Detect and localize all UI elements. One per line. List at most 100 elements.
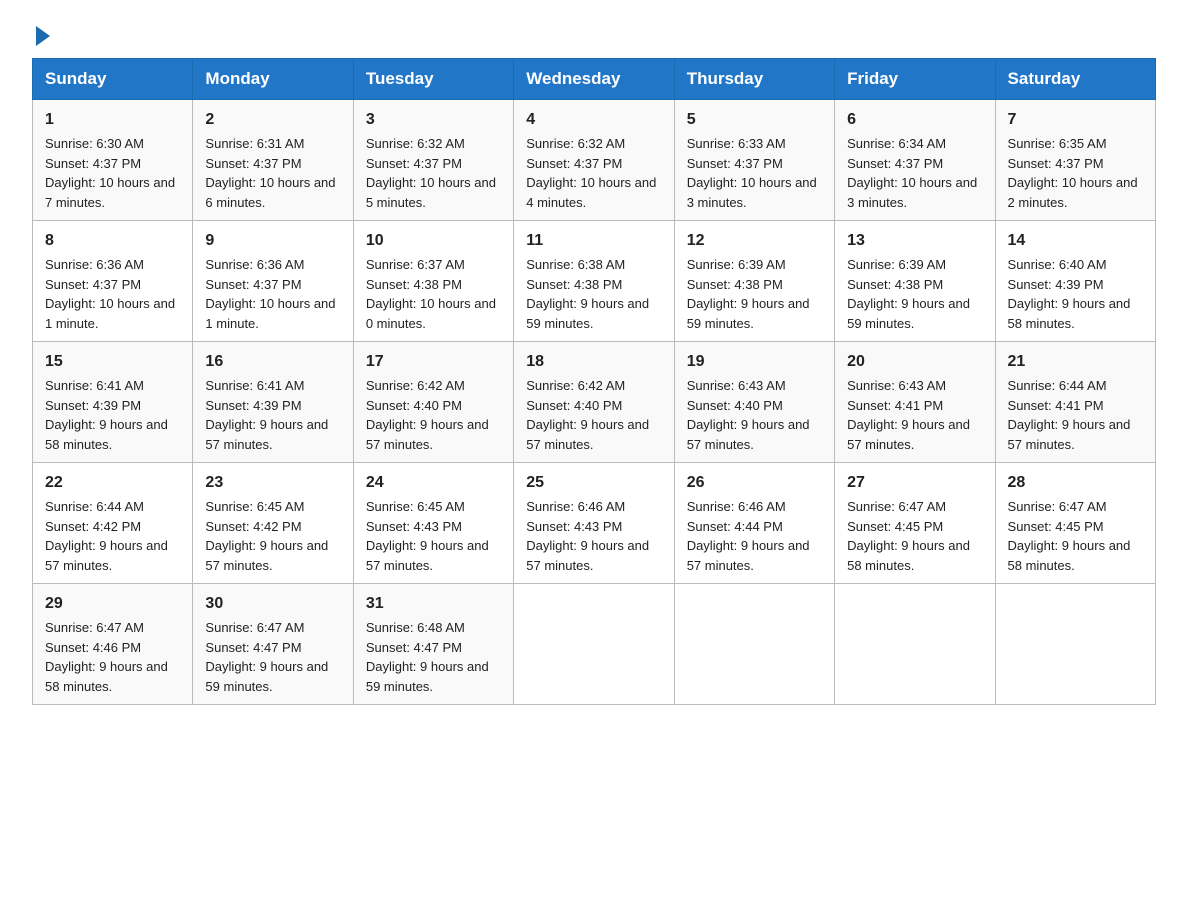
- day-number: 1: [45, 108, 182, 132]
- calendar-cell: 20Sunrise: 6:43 AMSunset: 4:41 PMDayligh…: [835, 342, 995, 463]
- calendar-cell: 14Sunrise: 6:40 AMSunset: 4:39 PMDayligh…: [995, 221, 1155, 342]
- col-header-saturday: Saturday: [995, 59, 1155, 100]
- calendar-week-row: 8 Sunrise: 6:36 AMSunset: 4:37 PMDaylight…: [33, 221, 1156, 342]
- page-header: [32, 24, 1156, 40]
- calendar-cell: [674, 584, 834, 705]
- calendar-cell: 9Sunrise: 6:36 AMSunset: 4:37 PMDaylight…: [193, 221, 353, 342]
- day-number: 12: [687, 229, 824, 253]
- calendar-week-row: 15Sunrise: 6:41 AMSunset: 4:39 PMDayligh…: [33, 342, 1156, 463]
- day-number: 25: [526, 471, 663, 495]
- day-info: Sunrise: 6:43 AMSunset: 4:41 PMDaylight:…: [847, 376, 984, 454]
- day-number: 26: [687, 471, 824, 495]
- calendar-cell: 28Sunrise: 6:47 AMSunset: 4:45 PMDayligh…: [995, 463, 1155, 584]
- calendar-cell: 1Sunrise: 6:30 AMSunset: 4:37 PMDaylight…: [33, 100, 193, 221]
- day-info: Sunrise: 6:45 AMSunset: 4:43 PMDaylight:…: [366, 497, 503, 575]
- calendar-cell: 11Sunrise: 6:38 AMSunset: 4:38 PMDayligh…: [514, 221, 674, 342]
- calendar-cell: [514, 584, 674, 705]
- calendar-cell: 31Sunrise: 6:48 AMSunset: 4:47 PMDayligh…: [353, 584, 513, 705]
- day-number: 16: [205, 350, 342, 374]
- day-number: 28: [1008, 471, 1145, 495]
- day-info: Sunrise: 6:47 AMSunset: 4:47 PMDaylight:…: [205, 618, 342, 696]
- day-info: Sunrise: 6:36 AMSunset: 4:37 PMDaylight:…: [205, 255, 342, 333]
- calendar-cell: 2Sunrise: 6:31 AMSunset: 4:37 PMDaylight…: [193, 100, 353, 221]
- day-number: 9: [205, 229, 342, 253]
- day-number: 15: [45, 350, 182, 374]
- col-header-friday: Friday: [835, 59, 995, 100]
- day-info: Sunrise: 6:44 AMSunset: 4:42 PMDaylight:…: [45, 497, 182, 575]
- calendar-cell: 15Sunrise: 6:41 AMSunset: 4:39 PMDayligh…: [33, 342, 193, 463]
- calendar-cell: [835, 584, 995, 705]
- day-number: 3: [366, 108, 503, 132]
- day-info: Sunrise: 6:47 AMSunset: 4:45 PMDaylight:…: [847, 497, 984, 575]
- calendar-cell: 21Sunrise: 6:44 AMSunset: 4:41 PMDayligh…: [995, 342, 1155, 463]
- calendar-cell: 8Sunrise: 6:36 AMSunset: 4:37 PMDaylight…: [33, 221, 193, 342]
- calendar-cell: 13Sunrise: 6:39 AMSunset: 4:38 PMDayligh…: [835, 221, 995, 342]
- day-info: Sunrise: 6:47 AMSunset: 4:46 PMDaylight:…: [45, 618, 182, 696]
- calendar-cell: 10Sunrise: 6:37 AMSunset: 4:38 PMDayligh…: [353, 221, 513, 342]
- day-info: Sunrise: 6:46 AMSunset: 4:43 PMDaylight:…: [526, 497, 663, 575]
- calendar-cell: 24Sunrise: 6:45 AMSunset: 4:43 PMDayligh…: [353, 463, 513, 584]
- day-number: 24: [366, 471, 503, 495]
- day-info: Sunrise: 6:33 AMSunset: 4:37 PMDaylight:…: [687, 134, 824, 212]
- day-number: 23: [205, 471, 342, 495]
- calendar-cell: 7Sunrise: 6:35 AMSunset: 4:37 PMDaylight…: [995, 100, 1155, 221]
- calendar-cell: [995, 584, 1155, 705]
- logo: [32, 24, 50, 40]
- day-info: Sunrise: 6:41 AMSunset: 4:39 PMDaylight:…: [205, 376, 342, 454]
- day-info: Sunrise: 6:48 AMSunset: 4:47 PMDaylight:…: [366, 618, 503, 696]
- day-info: Sunrise: 6:46 AMSunset: 4:44 PMDaylight:…: [687, 497, 824, 575]
- day-number: 6: [847, 108, 984, 132]
- col-header-monday: Monday: [193, 59, 353, 100]
- calendar-cell: 29Sunrise: 6:47 AMSunset: 4:46 PMDayligh…: [33, 584, 193, 705]
- day-info: Sunrise: 6:39 AMSunset: 4:38 PMDaylight:…: [687, 255, 824, 333]
- day-info: Sunrise: 6:31 AMSunset: 4:37 PMDaylight:…: [205, 134, 342, 212]
- day-number: 8: [45, 229, 182, 253]
- day-number: 29: [45, 592, 182, 616]
- day-info: Sunrise: 6:34 AMSunset: 4:37 PMDaylight:…: [847, 134, 984, 212]
- calendar-cell: 6Sunrise: 6:34 AMSunset: 4:37 PMDaylight…: [835, 100, 995, 221]
- day-info: Sunrise: 6:44 AMSunset: 4:41 PMDaylight:…: [1008, 376, 1145, 454]
- day-info: Sunrise: 6:41 AMSunset: 4:39 PMDaylight:…: [45, 376, 182, 454]
- calendar-week-row: 22Sunrise: 6:44 AMSunset: 4:42 PMDayligh…: [33, 463, 1156, 584]
- col-header-thursday: Thursday: [674, 59, 834, 100]
- day-number: 5: [687, 108, 824, 132]
- calendar-cell: 22Sunrise: 6:44 AMSunset: 4:42 PMDayligh…: [33, 463, 193, 584]
- col-header-sunday: Sunday: [33, 59, 193, 100]
- day-number: 20: [847, 350, 984, 374]
- day-info: Sunrise: 6:39 AMSunset: 4:38 PMDaylight:…: [847, 255, 984, 333]
- day-number: 21: [1008, 350, 1145, 374]
- day-number: 22: [45, 471, 182, 495]
- day-number: 7: [1008, 108, 1145, 132]
- calendar-week-row: 1Sunrise: 6:30 AMSunset: 4:37 PMDaylight…: [33, 100, 1156, 221]
- day-number: 11: [526, 229, 663, 253]
- day-number: 18: [526, 350, 663, 374]
- calendar-table: SundayMondayTuesdayWednesdayThursdayFrid…: [32, 58, 1156, 705]
- day-info: Sunrise: 6:32 AMSunset: 4:37 PMDaylight:…: [366, 134, 503, 212]
- day-number: 19: [687, 350, 824, 374]
- calendar-cell: 26Sunrise: 6:46 AMSunset: 4:44 PMDayligh…: [674, 463, 834, 584]
- col-header-wednesday: Wednesday: [514, 59, 674, 100]
- day-info: Sunrise: 6:40 AMSunset: 4:39 PMDaylight:…: [1008, 255, 1145, 333]
- day-info: Sunrise: 6:45 AMSunset: 4:42 PMDaylight:…: [205, 497, 342, 575]
- day-number: 30: [205, 592, 342, 616]
- day-info: Sunrise: 6:42 AMSunset: 4:40 PMDaylight:…: [526, 376, 663, 454]
- day-info: Sunrise: 6:47 AMSunset: 4:45 PMDaylight:…: [1008, 497, 1145, 575]
- day-info: Sunrise: 6:30 AMSunset: 4:37 PMDaylight:…: [45, 134, 182, 212]
- calendar-cell: 17Sunrise: 6:42 AMSunset: 4:40 PMDayligh…: [353, 342, 513, 463]
- calendar-cell: 18Sunrise: 6:42 AMSunset: 4:40 PMDayligh…: [514, 342, 674, 463]
- calendar-header-row: SundayMondayTuesdayWednesdayThursdayFrid…: [33, 59, 1156, 100]
- day-info: Sunrise: 6:43 AMSunset: 4:40 PMDaylight:…: [687, 376, 824, 454]
- logo-arrow-icon: [36, 26, 50, 46]
- calendar-cell: 4Sunrise: 6:32 AMSunset: 4:37 PMDaylight…: [514, 100, 674, 221]
- day-number: 4: [526, 108, 663, 132]
- day-number: 14: [1008, 229, 1145, 253]
- col-header-tuesday: Tuesday: [353, 59, 513, 100]
- day-info: Sunrise: 6:35 AMSunset: 4:37 PMDaylight:…: [1008, 134, 1145, 212]
- calendar-cell: 25Sunrise: 6:46 AMSunset: 4:43 PMDayligh…: [514, 463, 674, 584]
- day-number: 31: [366, 592, 503, 616]
- calendar-cell: 30Sunrise: 6:47 AMSunset: 4:47 PMDayligh…: [193, 584, 353, 705]
- day-number: 17: [366, 350, 503, 374]
- day-info: Sunrise: 6:32 AMSunset: 4:37 PMDaylight:…: [526, 134, 663, 212]
- calendar-week-row: 29Sunrise: 6:47 AMSunset: 4:46 PMDayligh…: [33, 584, 1156, 705]
- calendar-cell: 3Sunrise: 6:32 AMSunset: 4:37 PMDaylight…: [353, 100, 513, 221]
